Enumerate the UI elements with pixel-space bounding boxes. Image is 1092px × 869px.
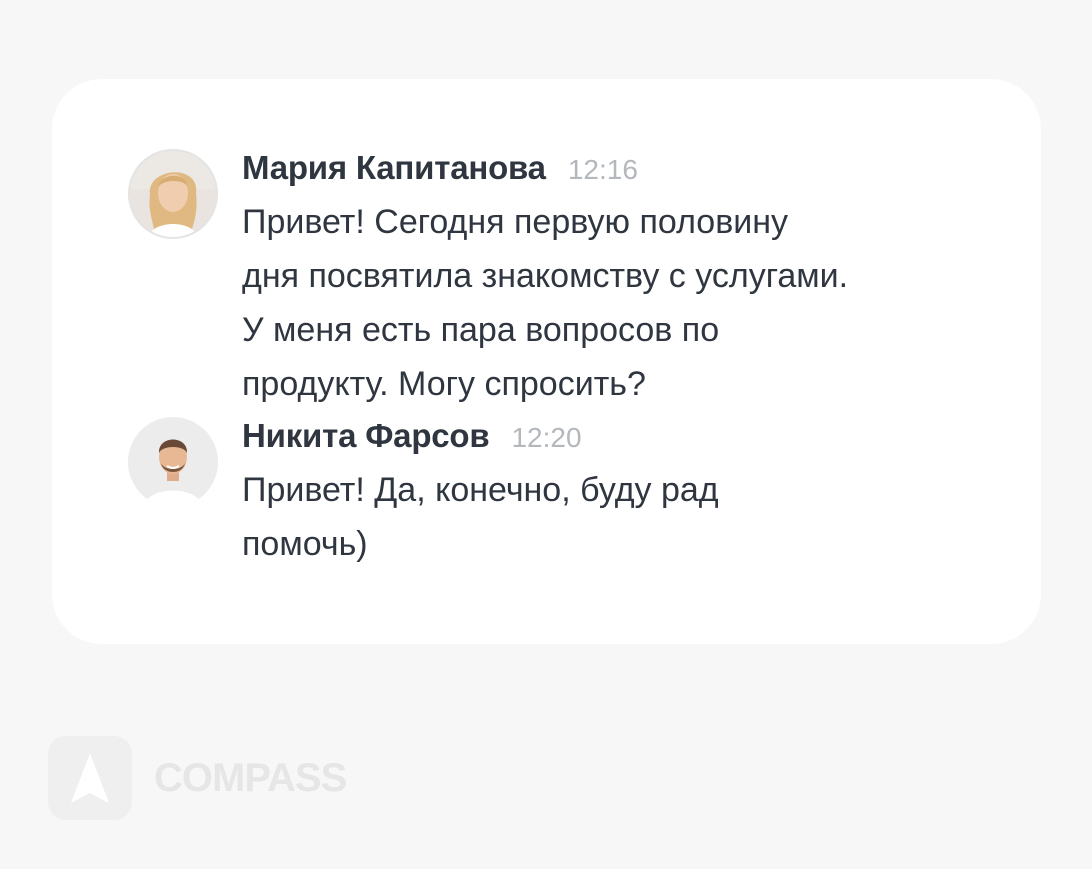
compass-logo [48, 736, 132, 820]
message-timestamp: 12:16 [567, 154, 638, 185]
message-body: Никита Фарсов 12:20 Привет! Да, конечно,… [242, 417, 962, 571]
avatar[interactable] [128, 417, 218, 507]
compass-arrow-icon [71, 753, 109, 803]
sender-name[interactable]: Никита Фарсов [242, 417, 490, 455]
woman-avatar-icon [128, 149, 218, 239]
man-avatar-icon [128, 417, 218, 507]
avatar[interactable] [128, 149, 218, 239]
message-header: Мария Капитанова 12:16 [242, 149, 962, 191]
brand-watermark: COMPASS [48, 736, 347, 820]
message-header: Никита Фарсов 12:20 [242, 417, 962, 459]
message-timestamp: 12:20 [511, 422, 582, 453]
message-body: Мария Капитанова 12:16 Привет! Сегодня п… [242, 149, 962, 411]
brand-name: COMPASS [154, 755, 347, 800]
sender-name[interactable]: Мария Капитанова [242, 149, 546, 187]
message-text: Привет! Сегодня первую половину дня посв… [242, 203, 849, 403]
message-text: Привет! Да, конечно, буду рад помочь) [242, 471, 719, 563]
chat-card: Мария Капитанова 12:16 Привет! Сегодня п… [52, 79, 1041, 644]
